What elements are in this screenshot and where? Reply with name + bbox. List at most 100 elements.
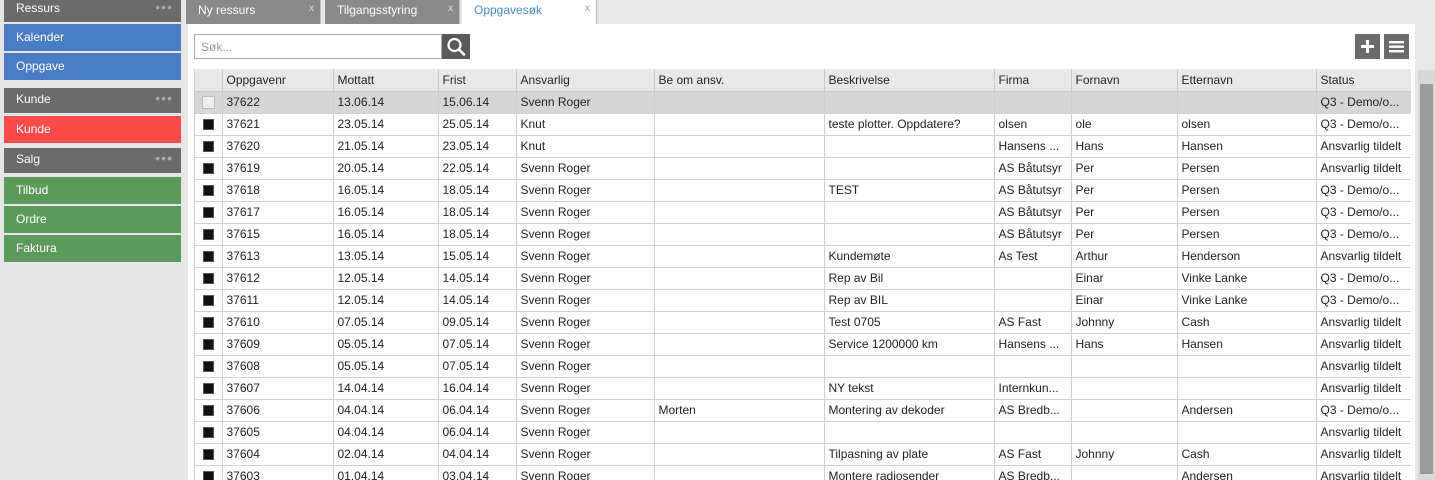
column-header[interactable]: Frist	[438, 69, 517, 92]
table-cell: Svenn Roger	[516, 245, 655, 268]
table-cell	[994, 355, 1072, 378]
table-row[interactable]: 37607 14.04.14 16.04.14 Svenn Roger NY tekst…	[195, 377, 1411, 400]
table-row[interactable]: 37612 12.05.14 14.05.14 Svenn Roger Rep av B…	[195, 267, 1411, 290]
sidebar-group-label: Kunde	[16, 92, 51, 106]
row-checkbox[interactable]	[202, 471, 214, 480]
column-header[interactable]: Beskrivelse	[824, 69, 995, 92]
table-cell	[824, 135, 995, 158]
row-checkbox[interactable]	[202, 229, 214, 241]
table-row[interactable]: 37605 04.04.14 06.04.14 Svenn Roger Ansvarli…	[195, 421, 1411, 444]
menu-button[interactable]	[1384, 34, 1409, 59]
tab-ny-ressurs[interactable]: Ny ressurs x	[186, 0, 321, 24]
sidebar-group-salg[interactable]: Salg •••	[4, 148, 181, 173]
table-cell: Ansvarlig tildelt	[1316, 333, 1411, 356]
close-icon[interactable]: x	[309, 0, 314, 18]
table-row[interactable]: 37617 16.05.14 18.05.14 Svenn Roger AS Båtut…	[195, 201, 1411, 224]
column-header-select[interactable]	[195, 69, 223, 92]
sidebar-item-kalender[interactable]: Kalender	[4, 24, 181, 51]
table-row[interactable]: 37622 13.06.14 15.06.14 Svenn Roger Q3 - Dem…	[195, 91, 1411, 114]
table-row[interactable]: 37608 05.05.14 07.05.14 Svenn Roger Ansvarli…	[195, 355, 1411, 378]
vertical-scrollbar[interactable]	[1418, 70, 1435, 480]
table-cell: Q3 - Demo/o...	[1316, 399, 1411, 422]
row-checkbox[interactable]	[202, 339, 214, 351]
column-header[interactable]: Etternavn	[1177, 69, 1317, 92]
sidebar-item-ordre[interactable]: Ordre	[4, 206, 181, 233]
table-cell: Persen	[1177, 179, 1317, 202]
row-checkbox[interactable]	[202, 273, 214, 285]
table-row[interactable]: 37604 02.04.14 04.04.14 Svenn Roger Tilpasni…	[195, 443, 1411, 466]
table-row[interactable]: 37621 23.05.14 25.05.14 Knut teste plotter. …	[195, 113, 1411, 136]
table-row[interactable]: 37615 16.05.14 18.05.14 Svenn Roger AS Båtut…	[195, 223, 1411, 246]
row-checkbox[interactable]	[202, 251, 214, 263]
tab-label: Tilgangsstyring	[337, 3, 418, 17]
table-cell	[654, 179, 825, 202]
table-row[interactable]: 37619 20.05.14 22.05.14 Svenn Roger AS Båtut…	[195, 157, 1411, 180]
table-cell: 04.04.14	[438, 443, 517, 466]
table-cell	[824, 421, 995, 444]
sidebar-group-ressurs[interactable]: Ressurs •••	[4, 0, 181, 22]
table-cell: Ansvarlig tildelt	[1316, 245, 1411, 268]
row-checkbox[interactable]	[202, 383, 214, 395]
table-row[interactable]: 37613 13.05.14 15.05.14 Svenn Roger Kundemøt…	[195, 245, 1411, 268]
sidebar-item-oppgave[interactable]: Oppgave	[4, 53, 181, 80]
row-checkbox[interactable]	[202, 207, 214, 219]
table-cell	[654, 443, 825, 466]
table-row[interactable]: 37611 12.05.14 14.05.14 Svenn Roger Rep av B…	[195, 289, 1411, 312]
table-cell: 37603	[222, 465, 334, 480]
table-cell: Arthur	[1071, 245, 1178, 268]
plus-icon	[1361, 40, 1374, 53]
row-checkbox[interactable]	[202, 295, 214, 307]
row-select-cell	[195, 201, 223, 224]
table-cell: Svenn Roger	[516, 91, 655, 114]
more-icon[interactable]: •••	[155, 0, 173, 17]
table-cell: Ansvarlig tildelt	[1316, 421, 1411, 444]
row-checkbox[interactable]	[202, 119, 214, 131]
table-cell: NY tekst	[824, 377, 995, 400]
row-checkbox[interactable]	[201, 96, 215, 110]
sidebar-item-faktura[interactable]: Faktura	[4, 235, 181, 262]
row-checkbox[interactable]	[202, 405, 214, 417]
search-button[interactable]	[442, 34, 470, 59]
table-row[interactable]: 37603 01.04.14 03.04.14 Svenn Roger Montere …	[195, 465, 1411, 480]
tab-tilgangsstyring[interactable]: Tilgangsstyring x	[325, 0, 460, 24]
sidebar-group-kunde[interactable]: Kunde •••	[4, 88, 181, 113]
table-cell: 25.05.14	[438, 113, 517, 136]
table-row[interactable]: 37618 16.05.14 18.05.14 Svenn Roger TEST AS B…	[195, 179, 1411, 202]
column-header[interactable]: Be om ansv.	[654, 69, 825, 92]
more-icon[interactable]: •••	[155, 148, 173, 168]
table-header-row: Oppgavenr Mottatt Frist Ansvarlig Be om ansv…	[195, 69, 1411, 92]
scrollbar-thumb[interactable]	[1420, 84, 1433, 474]
add-button[interactable]	[1355, 34, 1380, 59]
table-cell	[654, 333, 825, 356]
table-cell: 13.05.14	[333, 245, 439, 268]
column-header[interactable]: Firma	[994, 69, 1072, 92]
row-checkbox[interactable]	[202, 141, 214, 153]
tab-oppgavesok[interactable]: Oppgavesøk x	[462, 0, 597, 24]
sidebar-item-kunde[interactable]: Kunde	[4, 116, 181, 143]
column-header[interactable]: Fornavn	[1071, 69, 1178, 92]
close-icon[interactable]: x	[448, 0, 453, 18]
table-row[interactable]: 37609 05.05.14 07.05.14 Svenn Roger Service …	[195, 333, 1411, 356]
table-cell: 05.05.14	[333, 333, 439, 356]
column-header[interactable]: Mottatt	[333, 69, 439, 92]
row-checkbox[interactable]	[202, 317, 214, 329]
table-cell: 06.04.14	[438, 421, 517, 444]
table-cell: Ansvarlig tildelt	[1316, 465, 1411, 480]
column-header[interactable]: Status	[1316, 69, 1411, 92]
table-row[interactable]: 37620 21.05.14 23.05.14 Knut Hansens ... Hans…	[195, 135, 1411, 158]
column-header[interactable]: Oppgavenr	[222, 69, 334, 92]
column-header[interactable]: Ansvarlig	[516, 69, 655, 92]
more-icon[interactable]: •••	[155, 88, 173, 108]
row-checkbox[interactable]	[202, 427, 214, 439]
row-checkbox[interactable]	[202, 449, 214, 461]
row-checkbox[interactable]	[202, 185, 214, 197]
table-cell: Svenn Roger	[516, 421, 655, 444]
row-checkbox[interactable]	[202, 361, 214, 373]
close-icon[interactable]: x	[585, 0, 590, 18]
sidebar-item-tilbud[interactable]: Tilbud	[4, 177, 181, 204]
row-checkbox[interactable]	[202, 163, 214, 175]
table-row[interactable]: 37610 07.05.14 09.05.14 Svenn Roger Test 070…	[195, 311, 1411, 334]
table-cell: Vinke Lanke	[1177, 267, 1317, 290]
search-input[interactable]	[201, 38, 433, 56]
table-row[interactable]: 37606 04.04.14 06.04.14 Svenn Roger Morten Mo…	[195, 399, 1411, 422]
